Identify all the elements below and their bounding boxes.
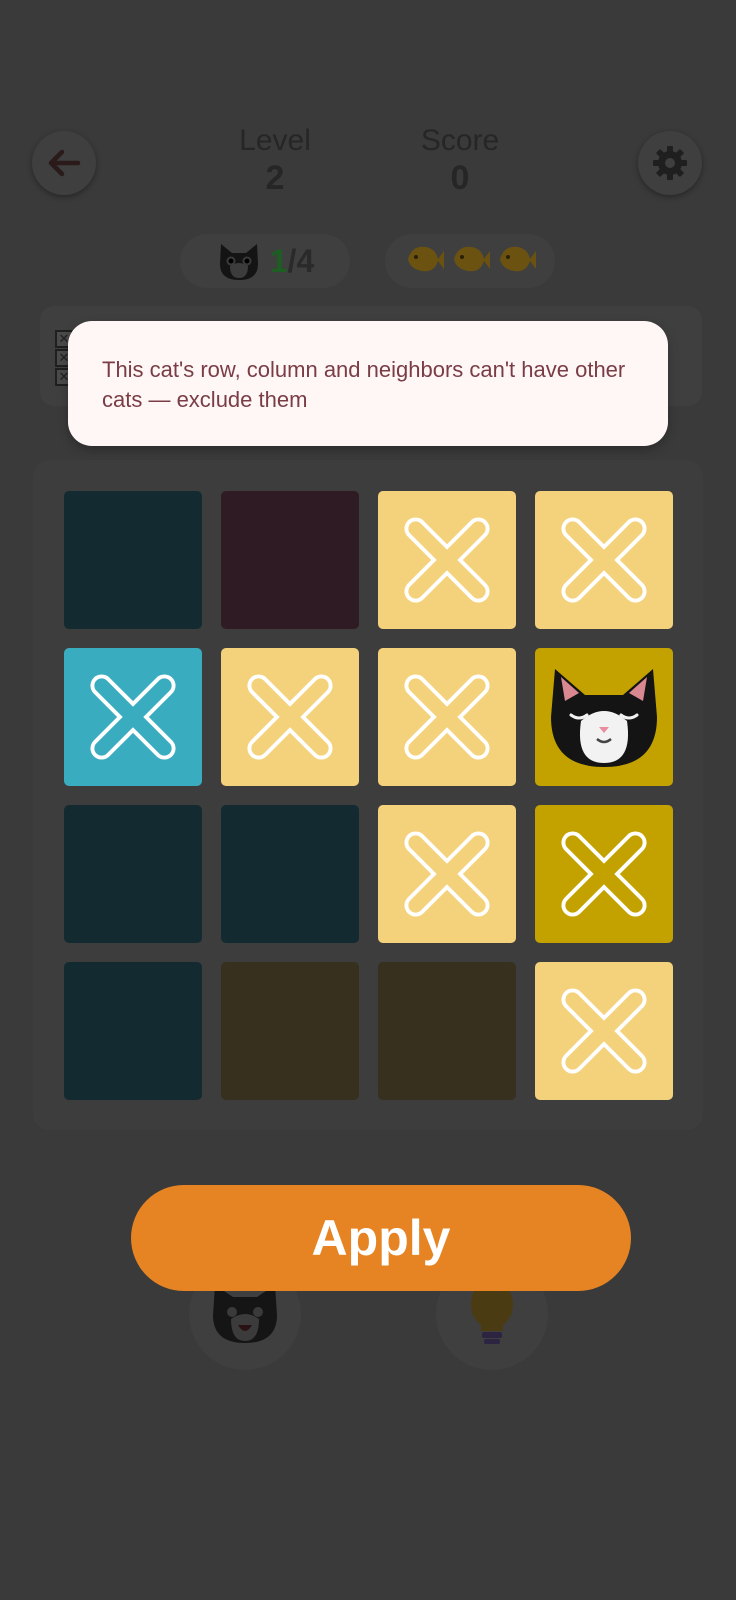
board-cell[interactable] [378,962,516,1100]
level-stat: Level 2 [205,124,345,198]
board-cell[interactable] [221,805,359,943]
x-mark-icon [234,661,346,773]
board-cell[interactable] [535,491,673,629]
fish-icon [402,239,446,284]
back-button[interactable] [32,131,96,195]
gear-icon [653,146,687,180]
settings-button[interactable] [638,131,702,195]
cat-face-icon [219,244,258,280]
board-cell[interactable] [378,805,516,943]
board-cell[interactable] [221,962,359,1100]
board-cell[interactable] [378,648,516,786]
x-mark-icon [548,975,660,1087]
board-cell[interactable] [535,648,673,786]
x-mark-icon [77,661,189,773]
x-mark-icon [391,661,503,773]
game-board [33,460,703,1130]
cat-icon [541,661,667,773]
board-cell[interactable] [535,805,673,943]
apply-button[interactable]: Apply [131,1185,631,1291]
hint-tooltip: This cat's row, column and neighbors can… [68,321,668,446]
board-cell[interactable] [64,962,202,1100]
board-cell[interactable] [535,962,673,1100]
score-stat: Score 0 [390,124,530,198]
fish-lives-pill [385,234,555,288]
fish-row [402,239,538,284]
board-cell[interactable] [378,491,516,629]
fish-icon [494,239,538,284]
level-value: 2 [265,159,285,197]
score-label: Score [420,124,500,157]
fish-icon [448,239,492,284]
score-value: 0 [450,159,470,197]
cats-found-counter: 1/4 [269,242,315,279]
board-cell[interactable] [64,648,202,786]
board-cell[interactable] [221,648,359,786]
board-cell[interactable] [64,491,202,629]
level-label: Level [239,124,311,157]
x-mark-icon [391,504,503,616]
x-mark-icon [548,504,660,616]
board-cell[interactable] [64,805,202,943]
back-arrow-icon [48,149,81,177]
board-cell[interactable] [221,491,359,629]
cats-found-pill: 1/4 [180,234,350,288]
hint-tooltip-text: This cat's row, column and neighbors can… [102,357,626,412]
x-mark-icon [548,818,660,930]
x-mark-icon [391,818,503,930]
